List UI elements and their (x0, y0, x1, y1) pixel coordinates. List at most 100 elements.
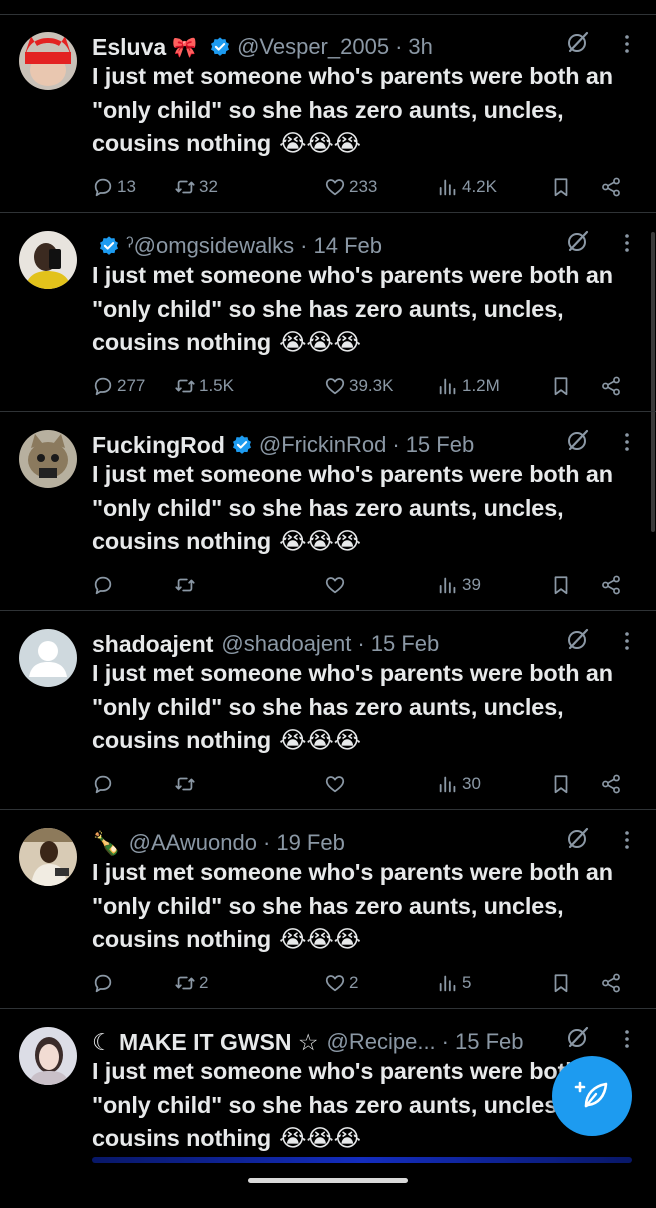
like-button[interactable] (324, 570, 349, 600)
grok-icon[interactable] (566, 826, 590, 850)
more-icon[interactable] (624, 233, 630, 253)
reply-count: 277 (117, 376, 146, 395)
crying-emoji: 😭😭😭 (279, 727, 361, 753)
like-count: 233 (349, 177, 378, 196)
like-icon (324, 773, 349, 795)
share-button[interactable] (600, 570, 625, 600)
more-icon[interactable] (624, 631, 630, 651)
avatar[interactable] (19, 32, 77, 90)
bookmark-button[interactable] (550, 570, 575, 600)
grok-icon[interactable] (566, 1025, 590, 1049)
display-name[interactable]: shadoajent (92, 631, 213, 658)
bookmark-button[interactable] (550, 172, 575, 202)
retweet-button[interactable] (174, 769, 199, 799)
share-button[interactable] (600, 172, 625, 202)
separator-dot: · (300, 233, 308, 258)
reply-button[interactable]: 13 (92, 172, 136, 202)
avatar[interactable] (19, 629, 77, 687)
more-icon[interactable] (624, 432, 630, 452)
loading-glow (92, 1157, 632, 1163)
handle[interactable]: @AAwuondo (129, 830, 257, 856)
like-button[interactable]: 233 (324, 172, 377, 202)
views-icon (437, 972, 462, 994)
handle[interactable]: @shadoajent (221, 631, 351, 657)
bookmark-icon (550, 972, 575, 994)
avatar[interactable] (19, 828, 77, 886)
tweet-card[interactable]: ˀ@omgsidewalks · 14 Feb I just met someone … (0, 213, 656, 412)
handle[interactable]: @Recipe... (327, 1029, 436, 1055)
bookmark-icon (550, 375, 575, 397)
tweet-text: I just met someone who's parents were bo… (92, 657, 637, 758)
retweet-icon (174, 375, 199, 397)
timestamp[interactable]: 15 Feb (455, 1029, 524, 1055)
handle[interactable]: @FrickinRod (259, 432, 386, 458)
like-button[interactable]: 2 (324, 968, 358, 998)
views-count: 4.2K (462, 177, 497, 196)
bookmark-icon (550, 773, 575, 795)
grok-icon[interactable] (566, 30, 590, 54)
like-button[interactable] (324, 769, 349, 799)
avatar[interactable] (19, 1027, 77, 1085)
views-button[interactable]: 5 (437, 968, 471, 998)
views-button[interactable]: 4.2K (437, 172, 497, 202)
crying-emoji: 😭😭😭 (279, 926, 361, 952)
bookmark-button[interactable] (550, 769, 575, 799)
retweet-count: 32 (199, 177, 218, 196)
tweet-card[interactable]: Esluva 🎀 @Vesper_2005 · 3h I just met someone… (0, 14, 656, 213)
display-name[interactable]: ☾ MAKE IT GWSN ☆ (92, 1029, 319, 1056)
views-button[interactable]: 1.2M (437, 371, 500, 401)
more-icon[interactable] (624, 34, 630, 54)
timestamp[interactable]: 14 Feb (314, 233, 383, 259)
compose-button[interactable] (552, 1056, 632, 1136)
timestamp[interactable]: 15 Feb (406, 432, 475, 458)
verified-badge-icon (209, 36, 231, 58)
retweet-button[interactable]: 32 (174, 172, 218, 202)
handle[interactable]: ˀ@omgsidewalks (126, 233, 294, 259)
retweet-button[interactable]: 2 (174, 968, 208, 998)
more-icon[interactable] (624, 830, 630, 850)
home-indicator[interactable] (248, 1178, 408, 1183)
grok-icon[interactable] (566, 627, 590, 651)
reply-button[interactable] (92, 769, 117, 799)
handle[interactable]: @Vesper_2005 (237, 34, 389, 60)
tweet-text: I just met someone who's parents were bo… (92, 458, 637, 559)
like-icon (324, 176, 349, 198)
views-icon (437, 375, 462, 397)
tweet-card[interactable]: FuckingRod @FrickinRod · 15 Feb I just met s… (0, 412, 656, 611)
reply-button[interactable] (92, 968, 117, 998)
reply-button[interactable]: 277 (92, 371, 145, 401)
like-button[interactable]: 39.3K (324, 371, 393, 401)
tweet-card[interactable]: 🍾 @AAwuondo · 19 Feb I just met someone who'… (0, 810, 656, 1009)
retweet-icon (174, 773, 199, 795)
grok-icon[interactable] (566, 428, 590, 452)
grok-icon[interactable] (566, 229, 590, 253)
share-button[interactable] (600, 371, 625, 401)
display-name[interactable]: FuckingRod (92, 432, 225, 459)
share-button[interactable] (600, 769, 625, 799)
bookmark-button[interactable] (550, 371, 575, 401)
tweet-text: I just met someone who's parents were bo… (92, 856, 637, 957)
display-name[interactable]: 🍾 (92, 830, 121, 857)
display-name[interactable]: Esluva (92, 34, 166, 61)
avatar[interactable] (19, 231, 77, 289)
reply-icon (92, 574, 117, 596)
avatar[interactable] (19, 430, 77, 488)
views-button[interactable]: 39 (437, 570, 481, 600)
timestamp[interactable]: 19 Feb (276, 830, 345, 856)
retweet-button[interactable]: 1.5K (174, 371, 234, 401)
tweet-card[interactable]: shadoajent @shadoajent · 15 Feb I just met s… (0, 611, 656, 810)
views-icon (437, 176, 462, 198)
reply-button[interactable] (92, 570, 117, 600)
share-icon (600, 574, 625, 596)
more-icon[interactable] (624, 1029, 630, 1049)
timestamp[interactable]: 3h (408, 34, 432, 60)
views-button[interactable]: 30 (437, 769, 481, 799)
retweet-button[interactable] (174, 570, 199, 600)
share-button[interactable] (600, 968, 625, 998)
separator-dot: · (263, 830, 271, 855)
retweet-count: 1.5K (199, 376, 234, 395)
share-icon (600, 176, 625, 198)
views-icon (437, 773, 462, 795)
bookmark-button[interactable] (550, 968, 575, 998)
timestamp[interactable]: 15 Feb (371, 631, 440, 657)
